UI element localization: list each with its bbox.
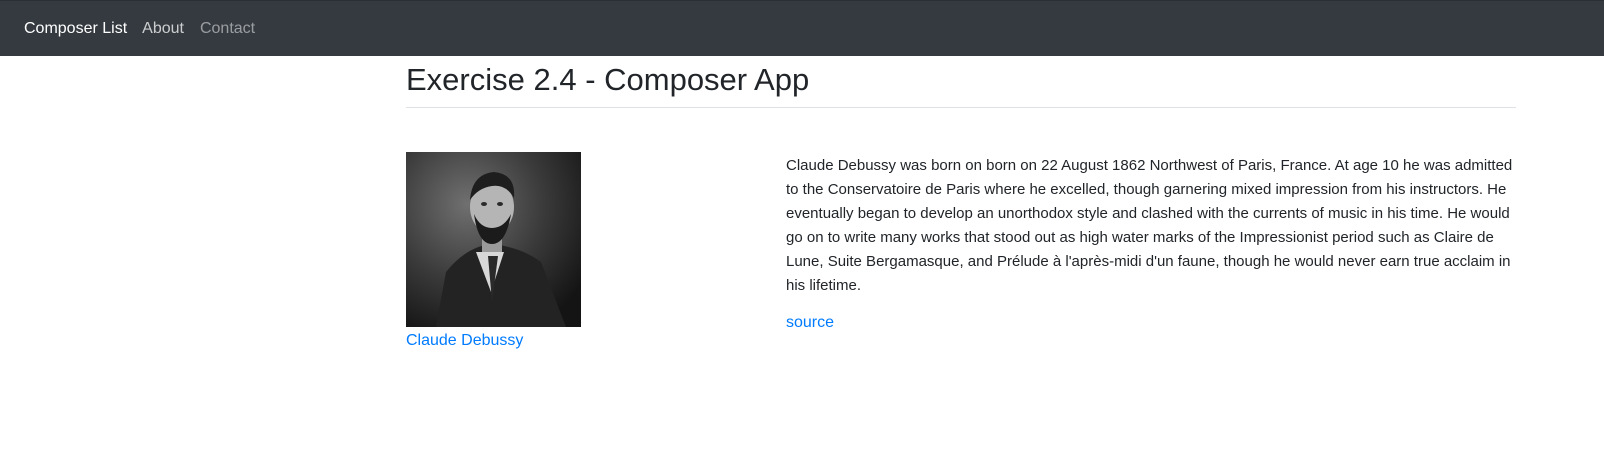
navbar-brand-composer-list[interactable]: Composer List	[24, 20, 127, 38]
source-link[interactable]: source	[786, 313, 1516, 333]
composer-name-link[interactable]: Claude Debussy	[406, 331, 582, 351]
top-navbar: Composer List About Contact	[0, 0, 1604, 56]
nav-link-contact[interactable]: Contact	[200, 20, 255, 38]
composer-portrait-image	[406, 152, 581, 327]
title-divider	[406, 107, 1516, 108]
main-container: Exercise 2.4 - Composer App Claude Debus…	[406, 56, 1516, 349]
composer-portrait-column: Claude Debussy	[406, 152, 582, 351]
composer-bio-text: Claude Debussy was born on born on 22 Au…	[786, 157, 1513, 294]
page-title: Exercise 2.4 - Composer App	[406, 62, 810, 97]
composer-bio-column: Claude Debussy was born on born on 22 Au…	[786, 154, 1516, 333]
nav-link-about[interactable]: About	[142, 20, 184, 38]
